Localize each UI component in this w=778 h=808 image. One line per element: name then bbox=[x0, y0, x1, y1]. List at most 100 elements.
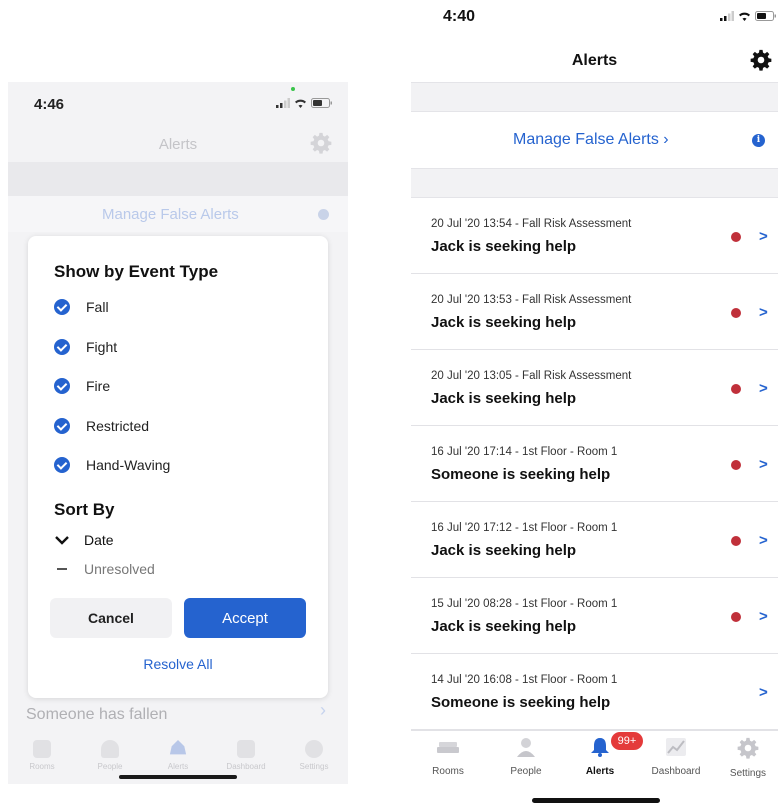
cancel-button[interactable]: Cancel bbox=[50, 598, 172, 638]
tab-label: People bbox=[97, 762, 123, 771]
unresolved-dot bbox=[731, 612, 741, 622]
manage-false-alerts-row[interactable]: Manage False Alerts › i bbox=[411, 112, 778, 168]
gear-icon bbox=[737, 737, 759, 759]
event-type-label: Fight bbox=[86, 339, 118, 355]
unresolved-dot bbox=[731, 384, 741, 394]
alert-row[interactable]: 15 Jul '20 08:28 - 1st Floor - Room 1 Ja… bbox=[411, 578, 778, 654]
accept-button[interactable]: Accept bbox=[184, 598, 306, 638]
sort-option-label: Unresolved bbox=[84, 561, 155, 577]
person-icon bbox=[101, 740, 119, 758]
sort-by-heading: Sort By bbox=[54, 500, 115, 519]
section-divider bbox=[411, 82, 778, 112]
status-icons bbox=[276, 98, 333, 108]
alert-row[interactable]: 16 Jul '20 17:14 - 1st Floor - Room 1 So… bbox=[411, 426, 778, 502]
tab-settings[interactable]: Settings bbox=[715, 737, 778, 779]
gear-icon bbox=[305, 740, 323, 758]
alert-meta: 15 Jul '20 08:28 - 1st Floor - Room 1 bbox=[431, 598, 618, 610]
gear-icon[interactable] bbox=[750, 49, 772, 71]
home-indicator bbox=[119, 775, 237, 779]
tab-label: Alerts bbox=[167, 762, 189, 771]
tab-dashboard[interactable]: Dashboard bbox=[643, 737, 709, 777]
unresolved-dot bbox=[731, 536, 741, 546]
tab-people[interactable]: People bbox=[493, 737, 559, 777]
alert-row[interactable]: 20 Jul '20 13:05 - Fall Risk Assessment … bbox=[411, 350, 778, 426]
unresolved-dot bbox=[731, 460, 741, 470]
alert-message: Jack is seeking help bbox=[431, 314, 577, 331]
event-type-fight-option[interactable]: Fight bbox=[54, 336, 117, 358]
tab-rooms[interactable]: Rooms bbox=[415, 737, 481, 777]
manage-false-alerts-label: Manage False Alerts › bbox=[513, 131, 669, 148]
sort-option-label: Date bbox=[84, 532, 114, 548]
wifi-icon bbox=[739, 12, 750, 21]
gear-icon[interactable] bbox=[310, 132, 332, 154]
status-icons bbox=[720, 11, 777, 21]
tab-label: Rooms bbox=[432, 766, 464, 777]
alert-row[interactable]: 16 Jul '20 17:12 - 1st Floor - Room 1 Ja… bbox=[411, 502, 778, 578]
sort-option-unresolved[interactable]: Unresolved bbox=[54, 561, 155, 577]
home-indicator bbox=[532, 798, 660, 803]
bed-icon bbox=[33, 740, 51, 758]
checkmark-icon bbox=[54, 339, 70, 355]
manage-false-alerts-row[interactable]: Manage False Alerts bbox=[8, 196, 348, 232]
tab-label: Dashboard bbox=[651, 766, 701, 777]
checkmark-icon bbox=[54, 418, 70, 434]
event-type-label: Fire bbox=[86, 378, 111, 394]
battery-icon bbox=[311, 98, 332, 108]
checkmark-icon bbox=[54, 378, 70, 394]
right-phone-screen: 4:40 Alerts Manage False Alerts › i 20 J… bbox=[411, 0, 778, 808]
tab-rooms[interactable]: Rooms bbox=[8, 732, 76, 784]
sort-option-date[interactable]: Date bbox=[54, 532, 114, 548]
status-time: 4:40 bbox=[443, 8, 476, 25]
tab-settings[interactable]: Settings bbox=[280, 732, 348, 784]
chevron-right-icon: > bbox=[759, 228, 768, 245]
event-type-heading: Show by Event Type bbox=[54, 262, 219, 281]
chevron-right-icon: > bbox=[759, 608, 768, 625]
status-bar: 4:46 bbox=[8, 82, 348, 126]
alert-meta: 20 Jul '20 13:05 - Fall Risk Assessment bbox=[431, 370, 632, 382]
alert-row[interactable]: 14 Jul '20 16:08 - 1st Floor - Room 1 So… bbox=[411, 654, 778, 730]
bell-icon bbox=[591, 738, 609, 757]
chevron-right-icon: > bbox=[759, 304, 768, 321]
tab-bar: Rooms People Alerts Dashboard Settings bbox=[411, 730, 778, 808]
alert-meta: 20 Jul '20 13:53 - Fall Risk Assessment bbox=[431, 294, 632, 306]
bed-icon bbox=[437, 742, 459, 753]
page-title: Alerts bbox=[571, 52, 618, 69]
unresolved-dot bbox=[731, 308, 741, 318]
filter-modal: Show by Event Type Fall Fight Fire Restr… bbox=[28, 236, 328, 698]
signal-icon bbox=[276, 98, 290, 108]
chevron-right-icon: > bbox=[759, 684, 768, 701]
unresolved-dot bbox=[731, 232, 741, 242]
info-icon[interactable]: i bbox=[752, 134, 765, 147]
person-icon bbox=[517, 738, 535, 757]
event-type-hand-waving-option[interactable]: Hand-Waving bbox=[54, 454, 170, 476]
section-divider bbox=[411, 168, 778, 198]
alert-meta: 20 Jul '20 13:54 - Fall Risk Assessment bbox=[431, 218, 632, 230]
left-phone-screen: 4:46 Alerts Manage False Alerts Someone … bbox=[8, 82, 348, 784]
chevron-right-icon: > bbox=[759, 532, 768, 549]
event-type-fall-option[interactable]: Fall bbox=[54, 296, 109, 318]
privacy-indicator bbox=[291, 87, 295, 91]
background-alert-message: Someone has fallen bbox=[26, 706, 168, 723]
chevron-down-icon bbox=[55, 536, 69, 545]
tab-label: Alerts bbox=[585, 766, 615, 777]
event-type-restricted-option[interactable]: Restricted bbox=[54, 415, 149, 437]
alert-message: Someone is seeking help bbox=[431, 694, 611, 711]
alert-message: Jack is seeking help bbox=[431, 390, 577, 407]
alert-meta: 14 Jul '20 16:08 - 1st Floor - Room 1 bbox=[431, 674, 618, 686]
signal-icon bbox=[720, 11, 734, 21]
alert-row[interactable]: 20 Jul '20 13:53 - Fall Risk Assessment … bbox=[411, 274, 778, 350]
checkmark-icon bbox=[54, 457, 70, 473]
tab-label: Settings bbox=[299, 762, 329, 771]
event-type-fire-option[interactable]: Fire bbox=[54, 375, 110, 397]
bell-icon bbox=[169, 740, 187, 755]
alert-meta: 16 Jul '20 17:14 - 1st Floor - Room 1 bbox=[431, 446, 618, 458]
alert-meta: 16 Jul '20 17:12 - 1st Floor - Room 1 bbox=[431, 522, 618, 534]
alert-message: Jack is seeking help bbox=[431, 238, 577, 255]
tab-label: Rooms bbox=[29, 762, 55, 771]
resolve-all-link[interactable]: Resolve All bbox=[28, 656, 328, 672]
nav-bar: Alerts bbox=[8, 126, 348, 162]
alert-message: Jack is seeking help bbox=[431, 542, 577, 559]
event-type-label: Fall bbox=[86, 299, 109, 315]
alert-row[interactable]: 20 Jul '20 13:54 - Fall Risk Assessment … bbox=[411, 198, 778, 274]
battery-icon bbox=[755, 11, 776, 21]
